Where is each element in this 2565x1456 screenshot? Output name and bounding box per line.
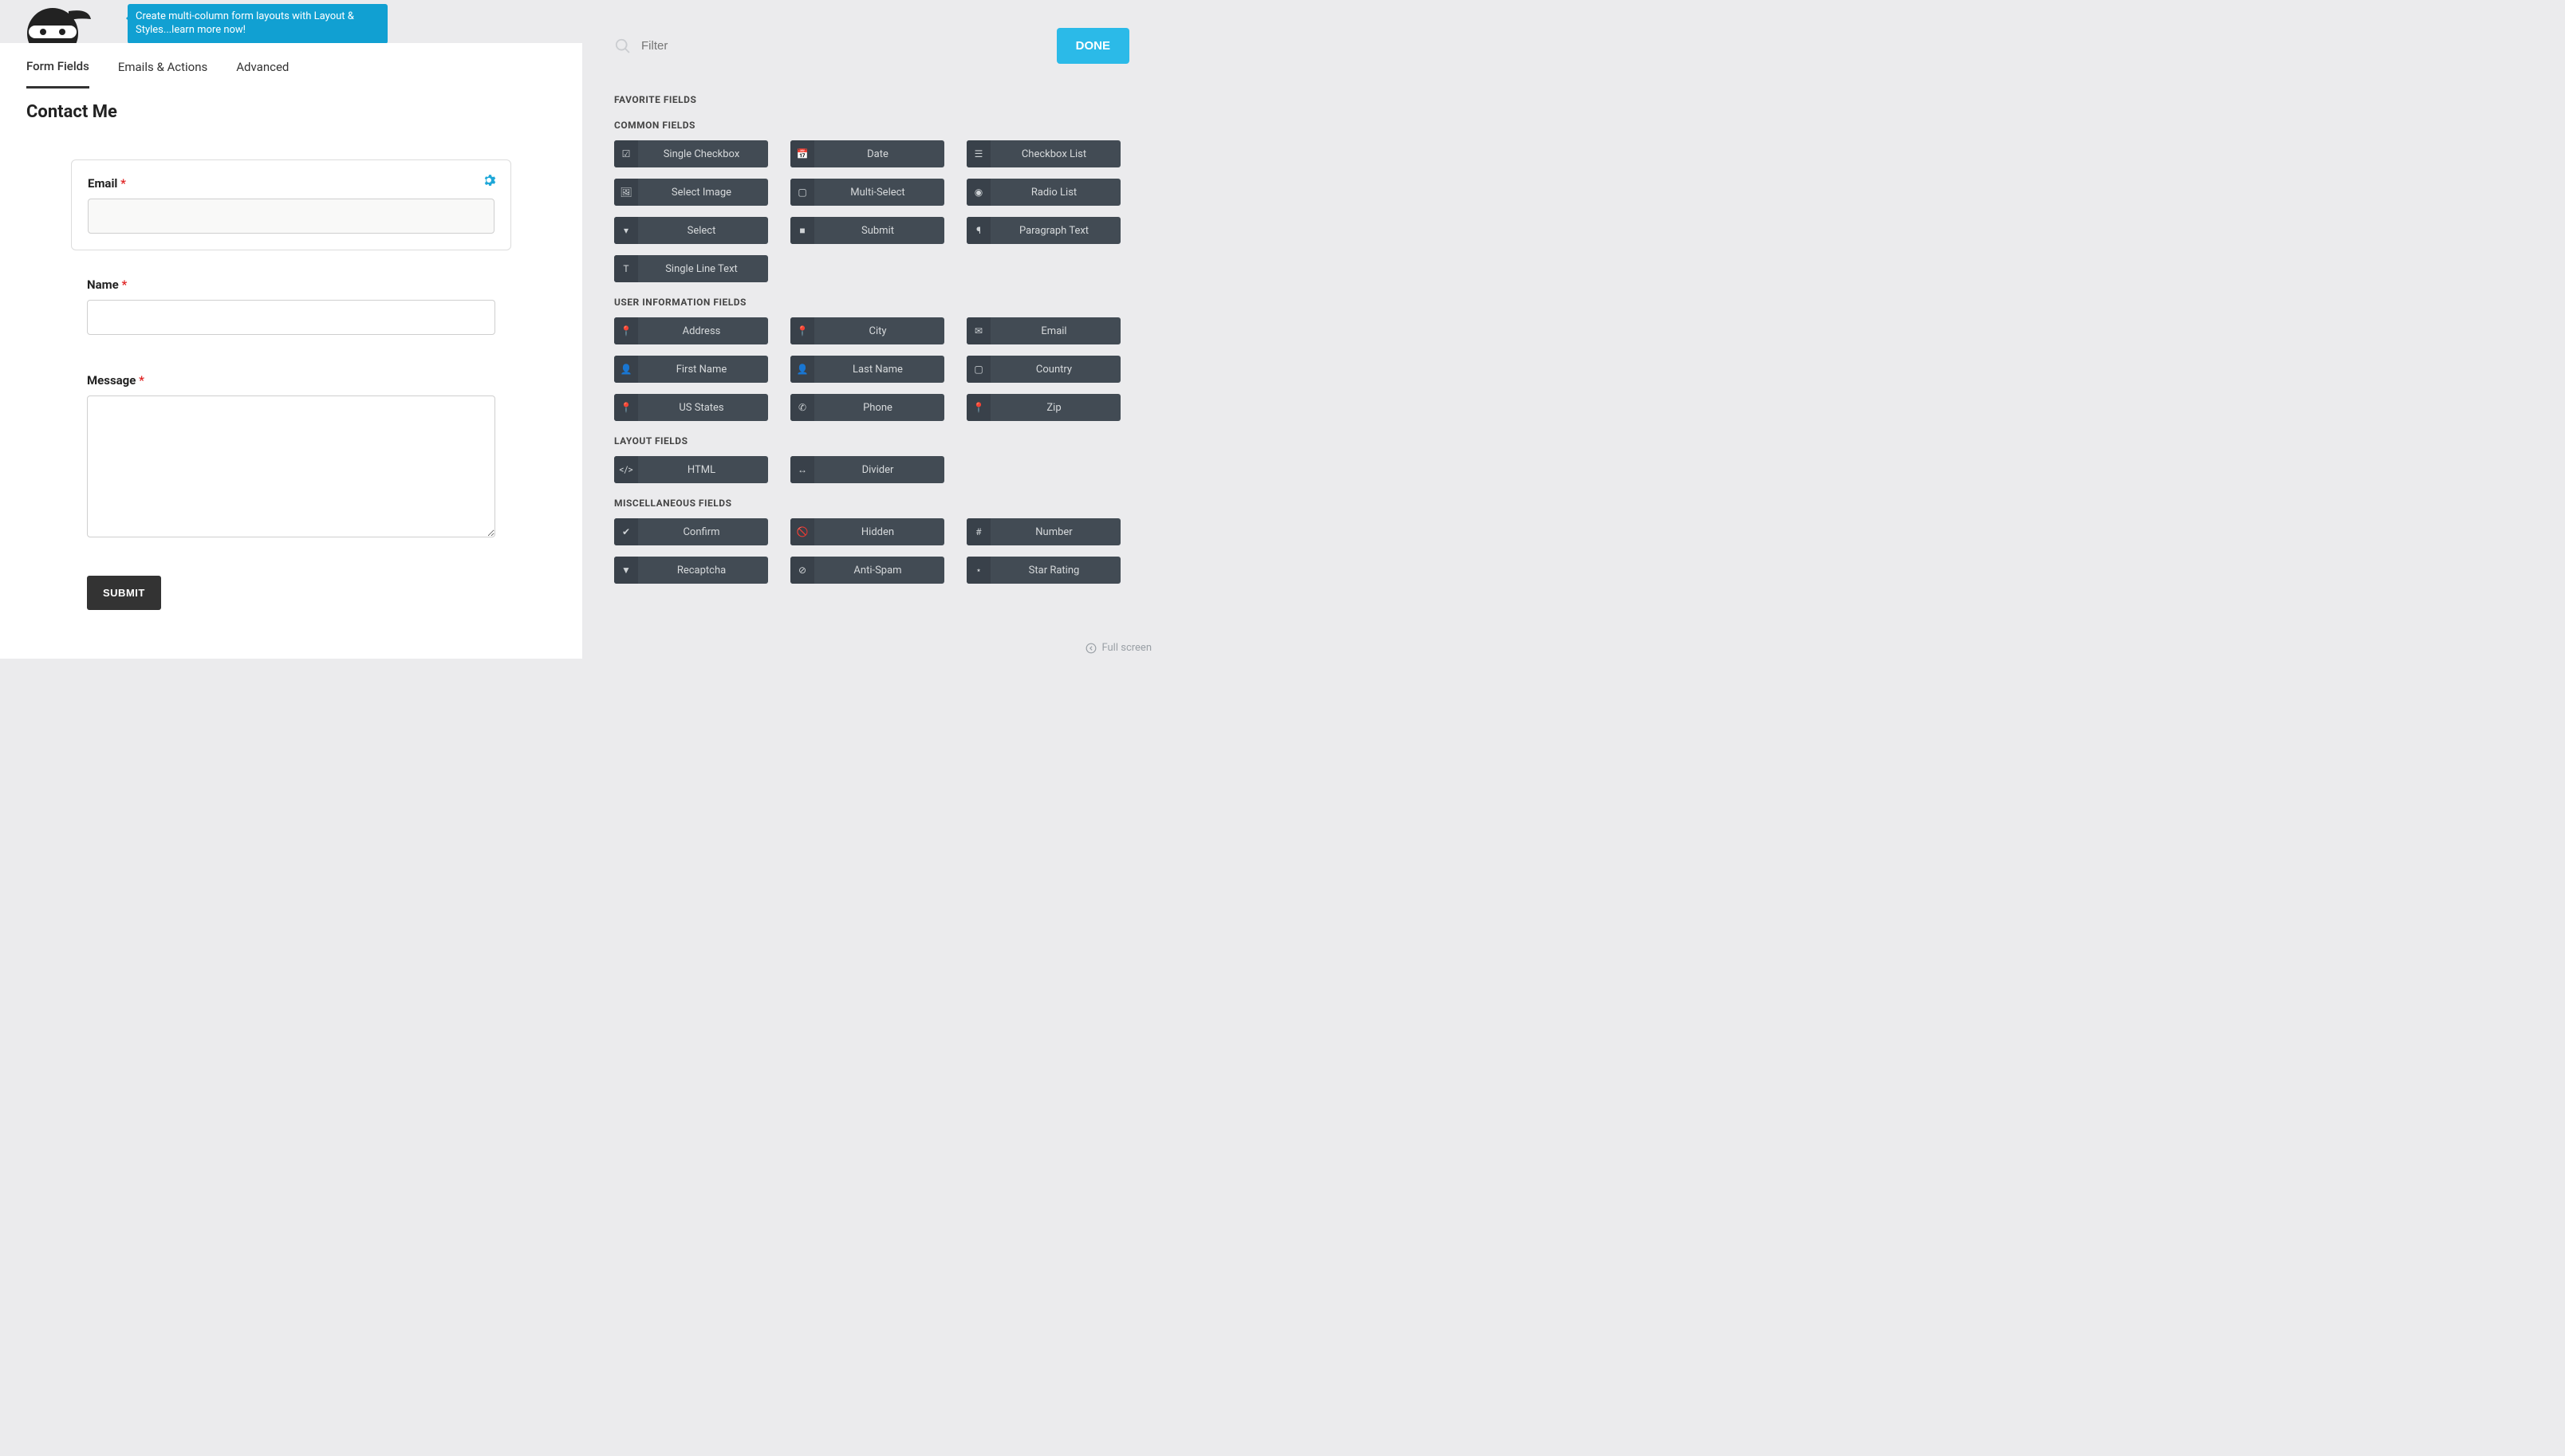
field-last-name[interactable]: 👤Last Name	[790, 356, 944, 383]
field-phone[interactable]: ✆Phone	[790, 394, 944, 421]
field-paragraph-text[interactable]: ¶Paragraph Text	[967, 217, 1121, 244]
eye-slash-icon: 🚫	[798, 527, 808, 537]
arrows-h-icon: ↔	[798, 465, 808, 475]
field-country[interactable]: ▢Country	[967, 356, 1121, 383]
gear-icon[interactable]	[482, 173, 496, 187]
field-checkbox-list[interactable]: ☰Checkbox List	[967, 140, 1121, 167]
field-single-checkbox[interactable]: ☑Single Checkbox	[614, 140, 768, 167]
name-label: Name *	[87, 277, 495, 292]
chevron-down-icon: ▾	[621, 226, 632, 236]
check-circle-icon: ✔	[621, 527, 632, 537]
message-input[interactable]	[87, 395, 495, 537]
ninja-forms-logo	[13, 2, 93, 43]
pin-icon: 📍	[621, 403, 632, 413]
field-city[interactable]: 📍City	[790, 317, 944, 344]
list-icon: ☰	[974, 149, 984, 159]
square-icon: ▢	[974, 364, 984, 375]
pin-icon: 📍	[974, 403, 984, 413]
tab-advanced[interactable]: Advanced	[236, 45, 289, 87]
calendar-icon: 📅	[798, 149, 808, 159]
field-first-name[interactable]: 👤First Name	[614, 356, 768, 383]
email-label: Email *	[88, 176, 494, 191]
pin-icon: 📍	[621, 326, 632, 336]
field-star-rating[interactable]: ⋆Star Rating	[967, 557, 1121, 584]
collapse-icon	[1085, 643, 1097, 654]
filter-icon: ▼	[621, 565, 632, 576]
field-email[interactable]: Email *	[71, 159, 511, 250]
field-divider[interactable]: ↔Divider	[790, 456, 944, 483]
field-confirm[interactable]: ✔Confirm	[614, 518, 768, 545]
done-button[interactable]: DONE	[1057, 28, 1129, 64]
field-anti-spam[interactable]: ⊘Anti-Spam	[790, 557, 944, 584]
form-title[interactable]: Contact Me	[26, 102, 117, 122]
name-input[interactable]	[87, 300, 495, 335]
code-icon: </>	[621, 465, 632, 475]
radio-icon: ◉	[974, 187, 984, 198]
form-canvas: Email * Name * Message * SUBMIT	[26, 144, 556, 659]
field-select[interactable]: ▾Select	[614, 217, 768, 244]
field-select-image[interactable]: 🖼Select Image	[614, 179, 768, 206]
fullscreen-label: Full screen	[1101, 642, 1152, 654]
field-us-states[interactable]: 📍US States	[614, 394, 768, 421]
promo-banner[interactable]: Create multi-column form layouts with La…	[128, 4, 388, 44]
section-misc: MISCELLANEOUS FIELDS	[614, 498, 1129, 509]
section-user-info: USER INFORMATION FIELDS	[614, 297, 1129, 308]
field-radio-list[interactable]: ◉Radio List	[967, 179, 1121, 206]
field-hidden[interactable]: 🚫Hidden	[790, 518, 944, 545]
star-half-icon: ⋆	[974, 565, 984, 576]
field-name[interactable]: Name *	[71, 266, 511, 346]
top-bar: Create multi-column form layouts with La…	[0, 0, 582, 43]
tab-form-fields[interactable]: Form Fields	[26, 45, 89, 89]
fields-drawer: DONE FAVORITE FIELDS COMMON FIELDS ☑Sing…	[582, 0, 1161, 659]
hash-icon: #	[974, 527, 984, 537]
section-common: COMMON FIELDS	[614, 120, 1129, 131]
field-number[interactable]: #Number	[967, 518, 1121, 545]
field-multi-select[interactable]: ▢Multi-Select	[790, 179, 944, 206]
drawer-header: DONE	[614, 0, 1129, 80]
message-label: Message *	[87, 373, 495, 388]
field-zip[interactable]: 📍Zip	[967, 394, 1121, 421]
builder-panel: Create multi-column form layouts with La…	[0, 0, 582, 659]
field-html[interactable]: </>HTML	[614, 456, 768, 483]
user-icon: 👤	[798, 364, 808, 375]
field-recaptcha[interactable]: ▼Recaptcha	[614, 557, 768, 584]
user-icon: 👤	[621, 364, 632, 375]
phone-icon: ✆	[798, 403, 808, 413]
section-layout: LAYOUT FIELDS	[614, 435, 1129, 447]
section-favorite: FAVORITE FIELDS	[614, 94, 1129, 105]
field-message[interactable]: Message *	[71, 362, 511, 552]
check-square-icon: ☑	[621, 149, 632, 159]
fullscreen-toggle[interactable]: Full screen	[1085, 642, 1152, 654]
search-icon	[614, 37, 632, 55]
field-address[interactable]: 📍Address	[614, 317, 768, 344]
text-icon: T	[621, 264, 632, 274]
filter-input[interactable]	[641, 39, 801, 53]
image-icon: 🖼	[621, 187, 632, 198]
ban-icon: ⊘	[798, 565, 808, 576]
field-date[interactable]: 📅Date	[790, 140, 944, 167]
pin-icon: 📍	[798, 326, 808, 336]
paragraph-icon: ¶	[974, 226, 984, 236]
square-icon: ▢	[798, 187, 808, 198]
builder-tabs: Form Fields Emails & Actions Advanced	[0, 43, 582, 89]
tab-emails-actions[interactable]: Emails & Actions	[118, 45, 207, 87]
square-solid-icon: ■	[798, 226, 808, 236]
email-input[interactable]	[88, 199, 494, 234]
field-single-line-text[interactable]: TSingle Line Text	[614, 255, 768, 282]
field-submit[interactable]: ■Submit	[790, 217, 944, 244]
field-email-user[interactable]: ✉Email	[967, 317, 1121, 344]
submit-button[interactable]: SUBMIT	[87, 576, 161, 610]
envelope-icon: ✉	[974, 326, 984, 336]
